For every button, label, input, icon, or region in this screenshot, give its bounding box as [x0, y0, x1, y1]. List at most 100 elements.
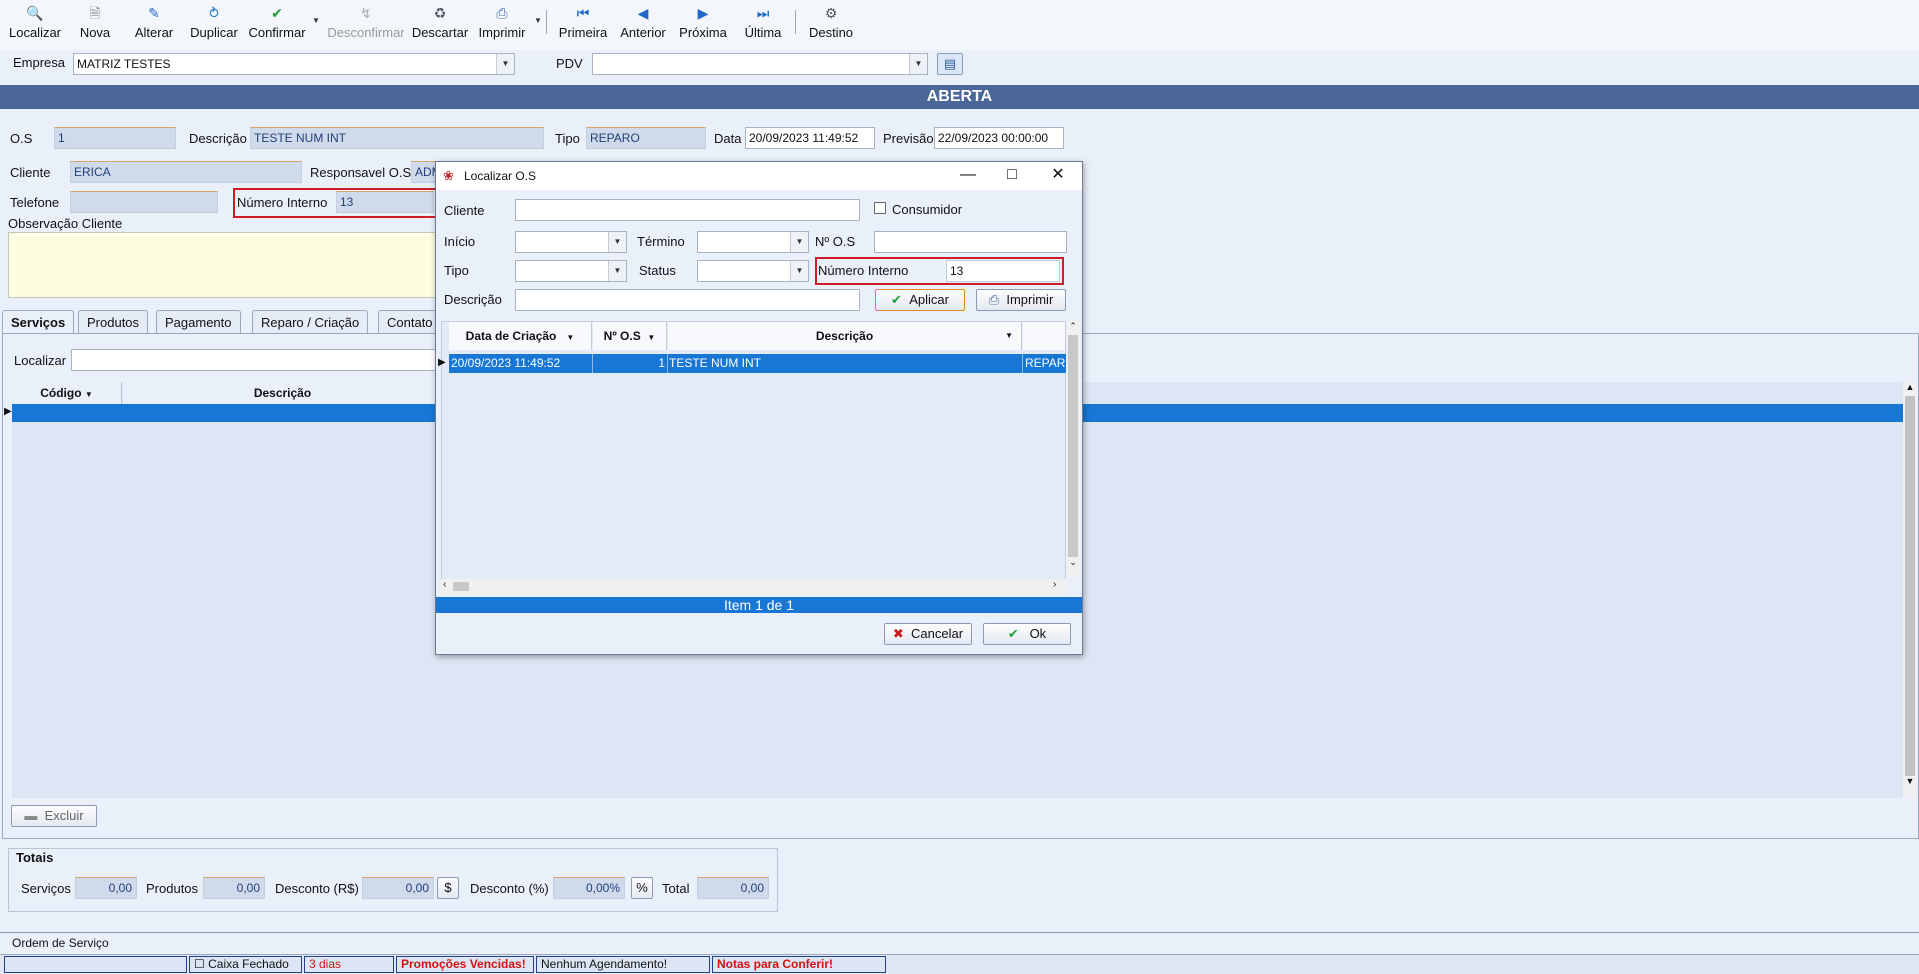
numero-interno-field[interactable]: 13: [336, 191, 434, 213]
statusbar-blank-cell: [4, 956, 187, 973]
localizar-button[interactable]: 🔍 Localizar: [4, 2, 66, 46]
scroll-thumb[interactable]: [453, 582, 469, 591]
cliente-field[interactable]: ERICA: [70, 161, 302, 183]
previous-record-icon: ◀: [637, 5, 649, 21]
tab-contato[interactable]: Contato: [378, 310, 442, 334]
totals-desconto-rs-field[interactable]: 0,00: [362, 877, 434, 899]
chevron-down-icon[interactable]: ▼: [909, 54, 927, 74]
scroll-down-icon[interactable]: ▼: [1903, 776, 1917, 790]
chevron-down-icon[interactable]: ▼: [608, 232, 626, 252]
toolbar-separator: [546, 10, 547, 34]
dlg-termino-combo[interactable]: ▼: [697, 231, 809, 253]
dlg-col-tipo-header[interactable]: [1023, 322, 1066, 350]
confirmar-dropdown-caret-icon[interactable]: ▼: [312, 16, 320, 25]
dlg-inicio-label: Início: [444, 234, 476, 249]
statusbar: ☐ Caixa Fechado 3 dias Promoções Vencida…: [0, 954, 1919, 974]
dlg-imprimir-label: Imprimir: [1006, 292, 1054, 307]
os-field[interactable]: 1: [54, 127, 176, 149]
dlg-tipo-combo[interactable]: ▼: [515, 260, 627, 282]
tab-ordem-de-servico[interactable]: Ordem de Serviço: [3, 933, 131, 953]
dlg-vscrollbar[interactable]: ⌃ ⌄: [1066, 321, 1080, 577]
col-descricao-header[interactable]: Descrição: [123, 382, 443, 404]
data-field[interactable]: 20/09/2023 11:49:52: [745, 127, 875, 149]
primeira-button[interactable]: ⏮ Primeira: [556, 2, 610, 46]
dlg-col-data-header[interactable]: Data de Criação ▼: [449, 322, 592, 350]
tab-pagamento[interactable]: Pagamento: [156, 310, 241, 334]
dlg-numero-interno-input[interactable]: 13: [946, 260, 1060, 282]
services-scrollbar[interactable]: ▲ ▼: [1903, 382, 1917, 798]
os-label: O.S: [10, 131, 33, 146]
dlg-col-nos-header[interactable]: Nº O.S ▼: [593, 322, 667, 350]
scroll-thumb[interactable]: [1905, 396, 1915, 776]
consumidor-checkbox[interactable]: [874, 202, 886, 214]
anterior-button[interactable]: ◀ Anterior: [616, 2, 670, 46]
observacao-label: Observação Cliente: [8, 216, 123, 231]
scroll-left-icon[interactable]: ‹: [443, 579, 446, 590]
dlg-col-descricao-header[interactable]: Descrição ▼: [668, 322, 1022, 350]
close-icon[interactable]: ✕: [1036, 162, 1080, 190]
dlg-status-combo[interactable]: ▼: [697, 260, 809, 282]
proxima-button[interactable]: ▶ Próxima: [676, 2, 730, 46]
dlg-descricao-input[interactable]: [515, 289, 860, 311]
dlg-termino-label: Término: [637, 234, 685, 249]
imprimir-button[interactable]: ⎙ Imprimir: [474, 2, 530, 46]
dlg-inicio-combo[interactable]: ▼: [515, 231, 627, 253]
previsao-field[interactable]: 22/09/2023 00:00:00: [934, 127, 1064, 149]
chevron-down-icon[interactable]: ▼: [790, 232, 808, 252]
confirmar-button[interactable]: ✔ Confirmar: [246, 2, 308, 46]
statusbar-dias: 3 dias: [304, 956, 394, 973]
statusbar-agendamento[interactable]: Nenhum Agendamento!: [536, 956, 710, 973]
first-record-icon: ⏮: [576, 5, 590, 21]
nova-button[interactable]: 🗎 Nova: [70, 2, 120, 46]
dlg-cliente-input[interactable]: [515, 199, 860, 221]
totals-desconto-pct-field[interactable]: 0,00%: [553, 877, 625, 899]
tab-produtos[interactable]: Produtos: [78, 310, 149, 334]
duplicar-button[interactable]: ⥁ Duplicar: [186, 2, 242, 46]
services-search-input[interactable]: [71, 349, 441, 371]
imprimir-dropdown-caret-icon[interactable]: ▼: [534, 16, 542, 25]
chevron-down-icon[interactable]: ▼: [496, 54, 514, 74]
descartar-button[interactable]: ♻ Descartar: [410, 2, 470, 46]
percent-icon[interactable]: %: [631, 877, 653, 899]
statusbar-caixa: ☐ Caixa Fechado: [189, 956, 302, 973]
tipo-field[interactable]: REPARO: [586, 127, 706, 149]
descricao-field[interactable]: TESTE NUM INT: [250, 127, 544, 149]
telefone-field[interactable]: [70, 191, 218, 213]
scroll-thumb[interactable]: [1068, 335, 1078, 557]
sort-caret-icon: ▼: [647, 333, 656, 342]
empresa-value: MATRIZ TESTES: [77, 57, 171, 71]
ultima-button[interactable]: ⏭ Última: [736, 2, 790, 46]
aplicar-button[interactable]: ✔ Aplicar: [875, 289, 965, 311]
alterar-button[interactable]: ✎ Alterar: [128, 2, 180, 46]
chevron-down-icon[interactable]: ▼: [608, 261, 626, 281]
scroll-right-icon[interactable]: ›: [1053, 579, 1056, 590]
tab-reparo-criacao[interactable]: Reparo / Criação: [252, 310, 369, 334]
dollar-icon[interactable]: $: [437, 877, 459, 899]
scroll-up-icon[interactable]: ▲: [1903, 382, 1917, 396]
scroll-down-icon[interactable]: ⌄: [1066, 557, 1080, 571]
empresa-combo[interactable]: MATRIZ TESTES ▼: [73, 53, 515, 75]
sort-caret-icon: ▼: [566, 333, 575, 342]
scroll-up-icon[interactable]: ⌃: [1066, 321, 1080, 335]
dlg-imprimir-button[interactable]: ⎙ Imprimir: [976, 289, 1066, 311]
chevron-down-icon[interactable]: ▼: [790, 261, 808, 281]
statusbar-notas[interactable]: Notas para Conferir!: [712, 956, 886, 973]
statusbar-promocoes[interactable]: Promoções Vencidas!: [396, 956, 534, 973]
dlg-nos-input[interactable]: [874, 231, 1067, 253]
dlg-row-data: 20/09/2023 11:49:52: [451, 356, 561, 370]
cancelar-button[interactable]: ✖ Cancelar: [884, 623, 972, 645]
observacao-textarea[interactable]: [8, 232, 438, 298]
check-icon: ✔: [891, 292, 902, 307]
next-record-icon: ▶: [697, 5, 709, 21]
col-codigo-header[interactable]: Código ▼: [12, 382, 122, 404]
dlg-hscrollbar[interactable]: ‹ ›: [441, 579, 1066, 594]
minimize-icon[interactable]: —: [946, 162, 990, 190]
excluir-button[interactable]: ▬ Excluir: [11, 805, 97, 827]
pdv-combo[interactable]: ▼: [592, 53, 928, 75]
maximize-icon[interactable]: □: [990, 162, 1034, 190]
destino-button[interactable]: ⚙ Destino: [804, 2, 858, 46]
pdv-lookup-button[interactable]: ▤: [937, 53, 963, 75]
ok-button[interactable]: ✔ Ok: [983, 623, 1071, 645]
tab-servicos[interactable]: Serviços: [2, 310, 75, 334]
desconfirmar-button[interactable]: ↯ Desconfirmar: [326, 2, 406, 46]
